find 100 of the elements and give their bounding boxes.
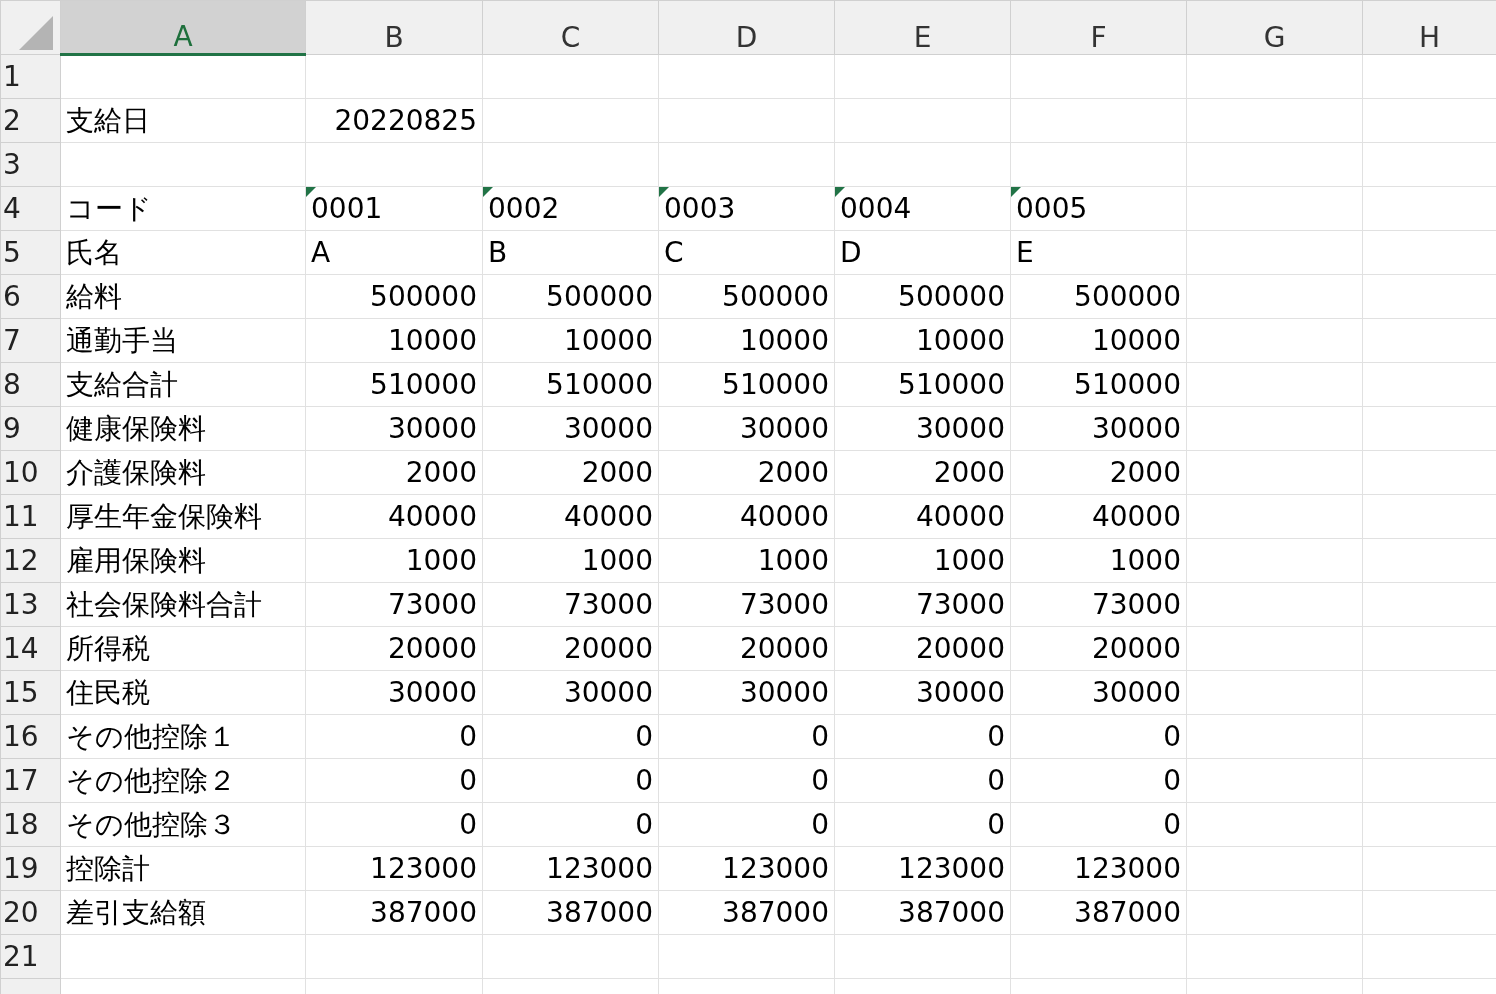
cell-value: 500000 xyxy=(546,279,653,313)
column-header[interactable]: G xyxy=(1186,0,1363,55)
cell-value: 73000 xyxy=(739,587,829,621)
column-header[interactable]: H xyxy=(1362,0,1496,55)
row-header[interactable]: 14 xyxy=(0,626,61,671)
row-header[interactable]: 21 xyxy=(0,934,61,979)
cell-value: 0 xyxy=(1163,763,1181,797)
cell-value: 0 xyxy=(635,719,653,753)
cell-value: 0 xyxy=(987,719,1005,753)
cell-value: 雇用保険料 xyxy=(66,543,206,577)
cell-value: 10000 xyxy=(1091,323,1181,357)
cell-value: 0001 xyxy=(311,191,383,225)
cell-value: 厚生年金保険料 xyxy=(66,499,262,533)
cell-value: 40000 xyxy=(1091,499,1181,533)
cell-value: 2000 xyxy=(933,455,1005,489)
row-header[interactable]: 12 xyxy=(0,538,61,583)
cell-value: コード xyxy=(66,191,152,225)
cell-value: B xyxy=(488,235,508,269)
cell-value: 30000 xyxy=(739,675,829,709)
cell-value: 500000 xyxy=(370,279,477,313)
cell-value: 123000 xyxy=(546,851,653,885)
cell-value: 500000 xyxy=(898,279,1005,313)
cell-value: 20000 xyxy=(915,631,1005,665)
column-header[interactable]: B xyxy=(305,0,483,55)
cell-value: 1000 xyxy=(757,543,829,577)
row-header[interactable]: 5 xyxy=(0,230,61,275)
cell-value: 所得税 xyxy=(66,631,150,665)
row-header[interactable]: 8 xyxy=(0,362,61,407)
row-header[interactable]: 10 xyxy=(0,450,61,495)
cell-value: 10000 xyxy=(387,323,477,357)
row-header[interactable]: 1 xyxy=(0,54,61,99)
row-header[interactable]: 16 xyxy=(0,714,61,759)
cell-value: 0 xyxy=(459,763,477,797)
cell-value: 123000 xyxy=(370,851,477,885)
row-header[interactable]: 7 xyxy=(0,318,61,363)
column-header[interactable]: A xyxy=(60,0,306,55)
cell-value: 500000 xyxy=(722,279,829,313)
cell-value: 介護保険料 xyxy=(66,455,206,489)
row-header[interactable]: 13 xyxy=(0,582,61,627)
cell-value: 30000 xyxy=(387,675,477,709)
cell-value: 0003 xyxy=(664,191,736,225)
cell-value: 0 xyxy=(811,719,829,753)
cell-value: 500000 xyxy=(1074,279,1181,313)
cell-value: 20000 xyxy=(739,631,829,665)
row-header[interactable]: 20 xyxy=(0,890,61,935)
cell-value: 10000 xyxy=(739,323,829,357)
row-header[interactable]: 3 xyxy=(0,142,61,187)
cell-value: 0 xyxy=(635,763,653,797)
cell-value: その他控除２ xyxy=(66,763,236,797)
cell-value: 510000 xyxy=(1074,367,1181,401)
row-header[interactable]: 6 xyxy=(0,274,61,319)
row-header[interactable]: 11 xyxy=(0,494,61,539)
cell-value: 387000 xyxy=(370,895,477,929)
cell-value: 40000 xyxy=(563,499,653,533)
cell-value: 10000 xyxy=(563,323,653,357)
cell-value: 2000 xyxy=(1109,455,1181,489)
column-header[interactable]: E xyxy=(834,0,1011,55)
cell-value: 387000 xyxy=(1074,895,1181,929)
column-header[interactable]: D xyxy=(658,0,835,55)
row-header[interactable]: 19 xyxy=(0,846,61,891)
cell-value: 20000 xyxy=(387,631,477,665)
cell-value: 510000 xyxy=(370,367,477,401)
cell-value: 73000 xyxy=(915,587,1005,621)
cell-value: 1000 xyxy=(1109,543,1181,577)
cell-value: E xyxy=(1016,235,1034,269)
cell-value: 20220825 xyxy=(334,103,477,137)
column-header[interactable]: C xyxy=(482,0,659,55)
row-header[interactable]: 15 xyxy=(0,670,61,715)
cell-value: 差引支給額 xyxy=(66,895,206,929)
cell-value: 123000 xyxy=(722,851,829,885)
cell-value: 30000 xyxy=(915,411,1005,445)
row-header[interactable]: 17 xyxy=(0,758,61,803)
cell-value: 30000 xyxy=(1091,411,1181,445)
cell-value: 73000 xyxy=(387,587,477,621)
cell-value: 20000 xyxy=(563,631,653,665)
cell-value: 1000 xyxy=(581,543,653,577)
cell-value: 控除計 xyxy=(66,851,150,885)
row-header[interactable]: 4 xyxy=(0,186,61,231)
cell-value: 30000 xyxy=(739,411,829,445)
cell-value: 0 xyxy=(459,719,477,753)
cell-value: 0004 xyxy=(840,191,912,225)
cell-value: 0 xyxy=(635,807,653,841)
cell-value: 10000 xyxy=(915,323,1005,357)
cell-value: 30000 xyxy=(387,411,477,445)
cell-value: 123000 xyxy=(1074,851,1181,885)
cell-value: 通勤手当 xyxy=(66,323,178,357)
cell-value: 40000 xyxy=(387,499,477,533)
row-header[interactable]: 2 xyxy=(0,98,61,143)
cell-value: 健康保険料 xyxy=(66,411,206,445)
cell-value: 40000 xyxy=(739,499,829,533)
cell-value: 510000 xyxy=(722,367,829,401)
cell-value: 0 xyxy=(811,807,829,841)
cell-value: 住民税 xyxy=(66,675,150,709)
row-header[interactable]: 18 xyxy=(0,802,61,847)
cell-value: その他控除３ xyxy=(66,807,236,841)
cell-value: 40000 xyxy=(915,499,1005,533)
row-header[interactable]: 9 xyxy=(0,406,61,451)
column-header[interactable]: F xyxy=(1010,0,1187,55)
cell-value: 510000 xyxy=(898,367,1005,401)
cell-value: 2000 xyxy=(405,455,477,489)
